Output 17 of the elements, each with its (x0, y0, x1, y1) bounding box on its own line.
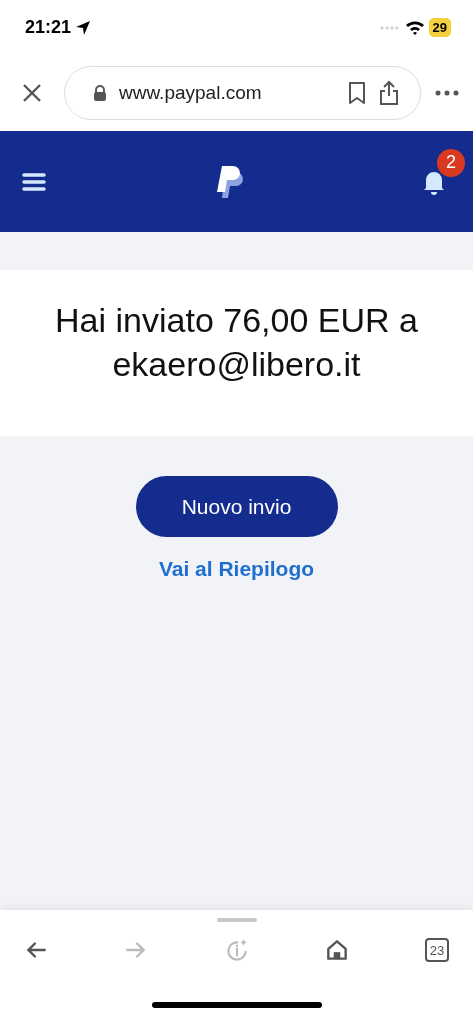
summary-link[interactable]: Vai al Riepilogo (158, 557, 315, 582)
location-arrow-icon (75, 19, 92, 36)
confirmation-message: Hai inviato 76,00 EUR a ekaero@libero.it (54, 300, 419, 386)
signal-icon (378, 24, 401, 31)
lock-icon (93, 85, 107, 101)
more-icon[interactable] (435, 90, 459, 96)
tabs-button[interactable]: 23 (425, 938, 449, 962)
notification-badge: 2 (437, 148, 465, 177)
wifi-icon (404, 19, 425, 36)
drag-handle[interactable] (216, 918, 257, 922)
status-time: 21:21 (25, 17, 72, 38)
battery-level: 29 (428, 18, 451, 37)
url-text: www.paypal.com (119, 82, 263, 104)
new-send-button[interactable]: Nuovo invio (135, 476, 338, 538)
share-icon[interactable] (378, 80, 400, 106)
menu-icon[interactable] (22, 172, 46, 191)
bookmark-icon[interactable] (348, 81, 366, 105)
